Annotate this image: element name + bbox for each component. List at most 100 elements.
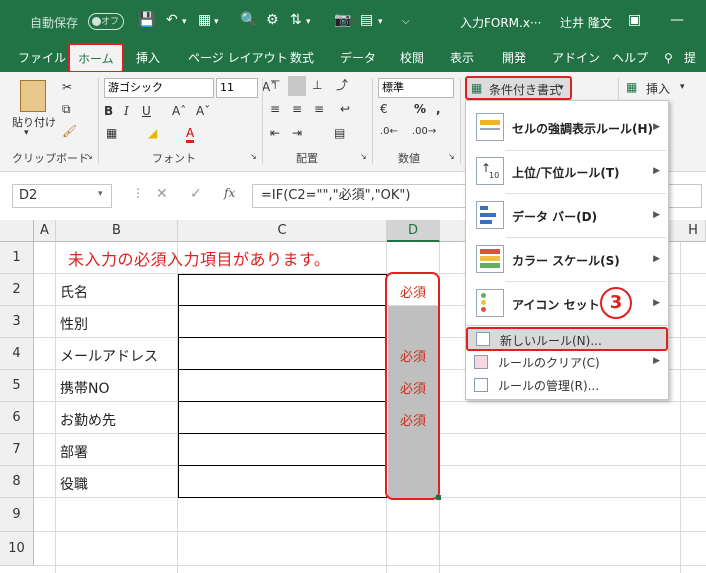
font-launcher-icon[interactable]: ↘ [250,152,257,161]
border-icon[interactable]: ▦ [106,126,117,140]
tab-data[interactable]: データ [340,46,376,72]
number-format-select[interactable]: 標準 [378,78,454,98]
orientation-icon[interactable]: ⤴ [336,76,348,93]
decrease-font-size-icon[interactable]: Aˇ [196,104,210,118]
tab-file[interactable]: ファイル [18,46,66,72]
row-header-1[interactable]: 1 [0,242,34,274]
underline-button[interactable]: U [142,104,151,118]
wrap-text-icon[interactable]: ↩ [340,102,350,116]
percent-button[interactable]: % [414,102,426,116]
italic-button[interactable]: I [124,104,129,118]
insert-button[interactable]: 挿入 [646,80,670,97]
align-top-icon[interactable]: ⊤ [270,78,280,92]
label-gender[interactable]: 性別 [60,314,88,334]
tab-page-layout[interactable]: ページ レイアウト [188,46,288,72]
currency-icon[interactable]: € [380,102,388,116]
sort-dropdown-icon[interactable]: ▾ [306,17,311,27]
tab-help[interactable]: ヘルプ [612,46,648,72]
user-name[interactable]: 辻井 隆文 [560,14,612,31]
number-launcher-icon[interactable]: ↘ [448,152,455,161]
cut-icon[interactable]: ✂ [62,80,72,94]
name-box-dropdown-icon[interactable]: ▾ [98,189,103,199]
save-icon[interactable]: 💾 [138,12,155,28]
align-center-icon[interactable]: ≡ [292,102,302,116]
row-header-6[interactable]: 6 [0,402,34,434]
insert-function-icon[interactable]: fx [224,186,235,200]
tab-review[interactable]: 校閲 [400,46,424,72]
row-header-10[interactable]: 10 [0,532,34,566]
camera-icon[interactable]: 📷 [334,12,351,28]
copy-icon[interactable]: ⧉ [62,102,71,117]
increase-font-size-icon[interactable]: Aˆ [172,104,186,118]
undo-dropdown-icon[interactable]: ▾ [182,17,187,27]
enter-icon[interactable]: ✓ [190,186,202,202]
form-dropdown-icon[interactable]: ▾ [378,17,383,27]
row-header-2[interactable]: 2 [0,274,34,306]
column-header-d[interactable]: D [387,220,440,242]
row-header-8[interactable]: 8 [0,466,34,498]
fill-handle[interactable] [436,495,441,500]
align-right-icon[interactable]: ≡ [314,102,324,116]
row-header-4[interactable]: 4 [0,338,34,370]
align-bottom-icon[interactable]: ⊥ [312,78,322,92]
print-preview-icon[interactable]: 🔍 [240,12,257,28]
label-position[interactable]: 役職 [60,474,88,494]
menu-item-data-bars[interactable]: データ バー(D) ▶ [466,197,668,235]
increase-decimal-icon[interactable]: .0← [380,126,398,137]
decrease-indent-icon[interactable]: ⇤ [270,126,280,140]
tab-tell-me[interactable]: 提 [684,46,696,72]
comma-button[interactable]: , [436,102,441,116]
tab-addins[interactable]: アドイン [552,46,600,72]
label-company[interactable]: お勤め先 [60,410,116,430]
menu-item-new-rule[interactable]: 新しいルール(N)... [466,327,668,351]
name-box[interactable]: D2 [12,184,112,208]
alignment-launcher-icon[interactable]: ↘ [360,152,367,161]
conditional-format-button[interactable]: ▦ 条件付き書式 ▾ [465,76,572,100]
row-header-9[interactable]: 9 [0,498,34,532]
decrease-decimal-icon[interactable]: .00→ [412,126,436,137]
column-header-b[interactable]: B [56,220,178,242]
label-mobile[interactable]: 携帯NO [60,378,110,398]
paste-button[interactable]: 貼り付け [12,114,56,130]
tab-formulas[interactable]: 数式 [290,46,314,72]
customize-qat-icon[interactable]: ⌵ [402,16,410,27]
row-header-3[interactable]: 3 [0,306,34,338]
menu-item-clear-rules[interactable]: ルールのクリア(C) ▶ [466,351,668,373]
font-size-select[interactable]: 11 [216,78,258,98]
bold-button[interactable]: B [104,104,113,118]
column-header-h[interactable]: H [680,220,706,242]
column-header-a[interactable]: A [34,220,56,242]
tab-developer[interactable]: 開発 [502,46,526,72]
accessibility-icon[interactable]: ⚙ [266,12,279,28]
font-color-icon[interactable]: A [186,126,195,143]
more-icon[interactable]: ⋮ [132,186,144,200]
menu-item-top-bottom-rules[interactable]: ↑ 10 上位/下位ルール(T) ▶ [466,153,668,191]
borders-icon[interactable]: ▦ [198,12,211,28]
select-all-button[interactable] [0,220,34,242]
merge-center-icon[interactable]: ▤ [334,126,345,140]
minimize-icon[interactable]: — [670,12,684,28]
menu-item-manage-rules[interactable]: ルールの管理(R)... [466,374,668,396]
form-icon[interactable]: ▤ [360,12,373,28]
sort-icon[interactable]: ⇅ [290,12,302,28]
tab-view[interactable]: 表示 [450,46,474,72]
paste-icon[interactable] [20,80,46,112]
menu-item-highlight-rules[interactable]: セルの強調表示ルール(H) ▶ [466,109,668,147]
tell-me-icon[interactable]: ⚲ [664,46,673,72]
insert-cells-icon[interactable]: ▦ [626,80,637,94]
font-name-select[interactable]: 游ゴシック [104,78,214,98]
paste-dropdown-icon[interactable]: ▾ [24,128,29,138]
align-left-icon[interactable]: ≡ [270,102,280,116]
tab-insert[interactable]: 挿入 [136,46,160,72]
insert-dropdown-icon[interactable]: ▾ [680,82,685,92]
clipboard-launcher-icon[interactable]: ↘ [86,152,93,161]
ribbon-display-icon[interactable]: ▣ [628,12,641,28]
label-email[interactable]: メールアドレス [60,346,158,366]
autosave-toggle[interactable]: オフ [88,13,124,30]
menu-item-color-scales[interactable]: カラー スケール(S) ▶ [466,241,668,279]
row-header-5[interactable]: 5 [0,370,34,402]
label-department[interactable]: 部署 [60,442,88,462]
format-painter-icon[interactable]: 🖌 [62,124,77,138]
label-name[interactable]: 氏名 [60,282,88,302]
cancel-icon[interactable]: ✕ [156,186,168,202]
